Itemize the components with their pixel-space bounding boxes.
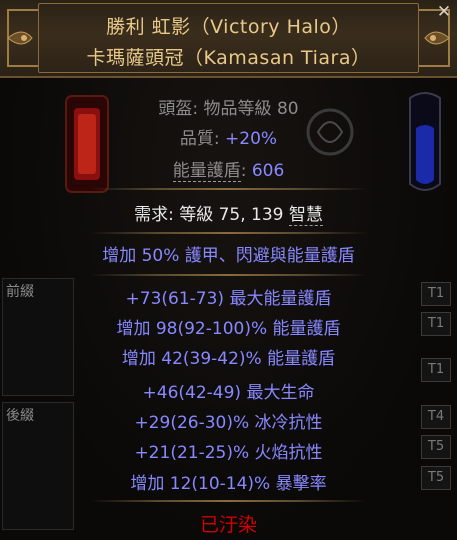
mod-line: +21(21-25)% 火焰抗性	[134, 443, 323, 463]
close-icon[interactable]: ✕	[434, 2, 454, 22]
energy-shield-label[interactable]: 能量護盾	[172, 161, 241, 182]
tier-badge: T1	[421, 282, 451, 306]
item-header: 勝利 虹影（Victory Halo） 卡瑪薩頭冠（Kamasan Tiara）…	[0, 0, 457, 78]
energy-shield-line: 能量護盾: 606	[0, 156, 457, 182]
separator	[90, 500, 367, 502]
tier-badge: T1	[421, 312, 451, 336]
item-base-type: 卡瑪薩頭冠（Kamasan Tiara）	[86, 47, 371, 69]
item-tooltip: 勝利 虹影（Victory Halo） 卡瑪薩頭冠（Kamasan Tiara）…	[0, 0, 457, 540]
requirement-stat[interactable]: 智慧	[288, 205, 323, 226]
quality-line: 品質: +20%	[0, 124, 457, 149]
energy-shield-value: 606	[251, 161, 285, 181]
mod-line: +73(61-73) 最大能量護盾	[125, 289, 332, 309]
separator	[90, 274, 367, 276]
requirements-text: 需求: 等級 75, 139	[134, 205, 289, 225]
mod-line: 增加 42(39-42)% 能量護盾	[121, 349, 336, 369]
separator	[90, 232, 367, 234]
requirements-line: 需求: 等級 75, 139 智慧	[0, 200, 457, 226]
tooltip-body: 頭盔: 物品等級 80 品質: +20% 能量護盾: 606 需求: 等級 75…	[0, 78, 457, 540]
item-name: 勝利 虹影（Victory Halo）	[106, 16, 351, 38]
separator	[90, 188, 367, 190]
implicit-mod: 增加 50% 護甲、閃避與能量護盾	[102, 246, 355, 266]
quality-label: 品質:	[179, 129, 226, 149]
mod-line: 增加 12(10-14)% 暴擊率	[130, 474, 327, 494]
mod-line: +46(42-49) 最大生命	[142, 383, 315, 403]
quality-value: +20%	[225, 129, 278, 149]
tier-badge: T4	[421, 405, 451, 429]
energy-shield-colon: :	[240, 161, 252, 181]
item-class-level: 頭盔: 物品等級 80	[158, 99, 299, 119]
tier-badge: T5	[421, 435, 451, 459]
tier-badge: T5	[421, 466, 451, 490]
corrupted-status: 已汙染	[199, 514, 257, 536]
mod-line: +29(26-30)% 冰冷抗性	[134, 413, 323, 433]
mod-line: 增加 98(92-100)% 能量護盾	[116, 319, 341, 339]
